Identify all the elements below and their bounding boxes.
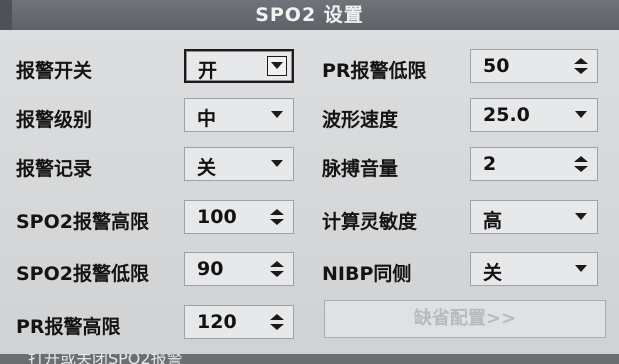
label-spo2-alarm-high: SPO2报警高限 — [16, 211, 149, 233]
nibp-same-side-dropdown[interactable]: 关 — [470, 252, 598, 286]
label-spo2-alarm-low: SPO2报警低限 — [16, 263, 149, 285]
default-config-button[interactable]: 缺省配置>> — [324, 300, 606, 338]
label-waveform-speed: 波形速度 — [322, 109, 399, 131]
spo2-alarm-low-value: 90 — [197, 258, 224, 280]
calc-sensitivity-dropdown[interactable]: 高 — [470, 200, 598, 234]
waveform-speed-value: 25.0 — [483, 104, 530, 126]
label-alarm-level: 报警级别 — [16, 109, 93, 131]
status-text: 打开或关闭SPO2报警 — [28, 354, 183, 364]
up-down-arrows-icon — [571, 154, 591, 174]
up-down-arrows-icon — [267, 312, 287, 332]
label-calc-sensitivity: 计算灵敏度 — [322, 211, 418, 233]
label-pulse-volume: 脉搏音量 — [322, 158, 399, 180]
pr-alarm-high-value: 120 — [197, 311, 237, 333]
label-pr-alarm-high: PR报警高限 — [16, 316, 121, 338]
pr-alarm-low-spinner[interactable]: 50 — [470, 49, 598, 83]
waveform-speed-dropdown[interactable]: 25.0 — [470, 98, 598, 132]
pr-alarm-high-spinner[interactable]: 120 — [184, 305, 294, 339]
label-alarm-switch: 报警开关 — [16, 60, 93, 82]
triangle-down-icon — [571, 207, 591, 227]
dialog-title-bar: SPO2 设置 — [0, 0, 619, 30]
label-pr-alarm-low: PR报警低限 — [322, 60, 427, 82]
pulse-volume-value: 2 — [483, 153, 497, 175]
spo2-alarm-high-spinner[interactable]: 100 — [184, 200, 294, 234]
pulse-volume-spinner[interactable]: 2 — [470, 147, 598, 181]
label-nibp-same-side: NIBP同侧 — [322, 263, 412, 285]
triangle-down-icon — [267, 56, 287, 76]
triangle-down-icon — [571, 259, 591, 279]
alarm-switch-dropdown[interactable]: 开 — [184, 49, 294, 83]
triangle-down-icon — [267, 154, 287, 174]
label-alarm-record: 报警记录 — [16, 158, 93, 180]
nibp-same-side-value: 关 — [483, 262, 503, 284]
alarm-level-value: 中 — [197, 108, 217, 130]
alarm-record-value: 关 — [197, 157, 217, 179]
triangle-down-icon — [267, 105, 287, 125]
alarm-record-dropdown[interactable]: 关 — [184, 147, 294, 181]
alarm-switch-value: 开 — [198, 60, 218, 82]
triangle-down-icon — [571, 105, 591, 125]
title-bar-edge — [0, 0, 12, 30]
spo2-settings-screen: SPO2 设置 报警开关 开 报警级别 中 报警记录 关 SPO2报警高限 10 — [0, 0, 619, 364]
settings-panel: 报警开关 开 报警级别 中 报警记录 关 SPO2报警高限 100 SPO2报警… — [4, 34, 615, 354]
alarm-level-dropdown[interactable]: 中 — [184, 98, 294, 132]
spo2-alarm-high-value: 100 — [197, 206, 237, 228]
dialog-title: SPO2 设置 — [255, 4, 364, 26]
status-bar: 打开或关闭SPO2报警 — [0, 354, 619, 364]
spo2-alarm-low-spinner[interactable]: 90 — [184, 252, 294, 286]
calc-sensitivity-value: 高 — [483, 210, 503, 232]
up-down-arrows-icon — [571, 56, 591, 76]
up-down-arrows-icon — [267, 259, 287, 279]
pr-alarm-low-value: 50 — [483, 55, 510, 77]
up-down-arrows-icon — [267, 207, 287, 227]
